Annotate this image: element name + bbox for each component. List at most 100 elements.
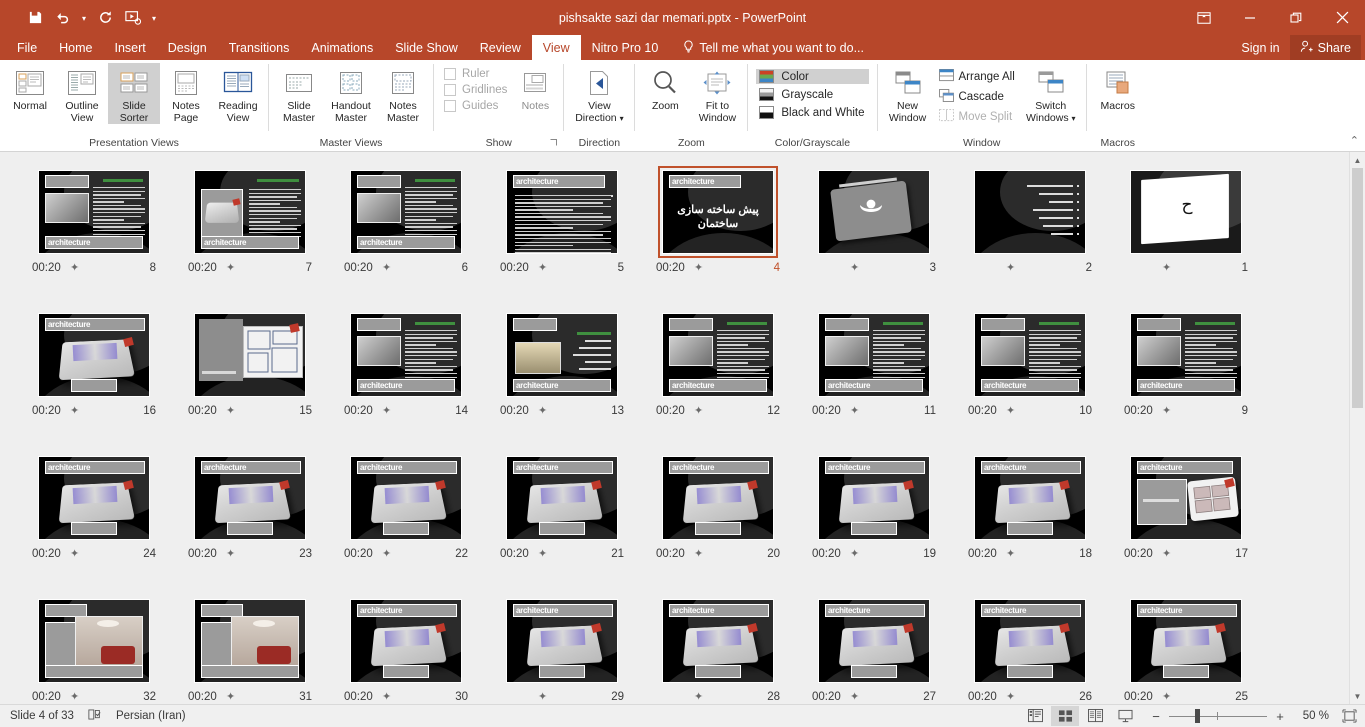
transition-star-icon[interactable]: ✦ [694,404,703,417]
slide-thumbnail-frame[interactable]: ح [1126,166,1246,258]
slide-thumbnail-frame[interactable]: architecture [658,595,778,687]
show-dialog-launcher-icon[interactable] [550,139,560,149]
transition-star-icon[interactable]: ✦ [226,547,235,560]
slide-sorter-button[interactable]: Slide Sorter [108,63,160,124]
undo-chevron-down-icon[interactable]: ▾ [78,6,90,30]
tab-home[interactable]: Home [48,35,103,60]
slide-counter[interactable]: Slide 4 of 33 [10,710,74,722]
tab-insert[interactable]: Insert [104,35,157,60]
transition-star-icon[interactable]: ✦ [850,547,859,560]
slide-thumbnail-frame[interactable]: architecture [190,166,310,258]
transition-star-icon[interactable]: ✦ [382,690,391,703]
switch-windows-button[interactable]: Switch Windows ▾ [1020,63,1082,125]
transition-star-icon[interactable]: ✦ [226,404,235,417]
grayscale-option[interactable]: Grayscale [756,87,868,102]
chevron-down-icon[interactable]: ▾ [620,114,624,123]
slide-thumbnail-frame[interactable] [190,309,310,401]
scrollbar-thumb[interactable] [1352,168,1363,408]
transition-star-icon[interactable]: ✦ [1162,690,1171,703]
chevron-down-icon[interactable]: ▾ [1072,114,1076,123]
vertical-scrollbar[interactable]: ▲ ▼ [1349,152,1365,704]
black-and-white-option[interactable]: Black and White [756,105,868,120]
transition-star-icon[interactable]: ✦ [1162,261,1171,274]
transition-star-icon[interactable]: ✦ [850,690,859,703]
slide-thumbnail-frame[interactable]: architecture [1126,595,1246,687]
slide-thumbnail-31[interactable]: 00:20 ✦ 31 [172,593,328,704]
slide-thumbnail-6[interactable]: architecture 00:20 ✦ 6 [328,164,484,307]
transition-star-icon[interactable]: ✦ [1006,547,1015,560]
slide-thumbnail-14[interactable]: architecture 00:20 ✦ 14 [328,307,484,450]
zoom-slider-handle[interactable] [1195,709,1200,723]
slide-thumbnail-frame[interactable]: architecture [970,452,1090,544]
transition-star-icon[interactable]: ✦ [70,261,79,274]
slide-sorter-pane[interactable]: architecture 00:20 ✦ 8 architecture 00:20 ✦ 7 ar… [16,152,1349,704]
zoom-out-button[interactable]: − [1149,709,1163,724]
slide-thumbnail-28[interactable]: architecture ✦ 28 [640,593,796,704]
tab-slide-show[interactable]: Slide Show [384,35,469,60]
reading-view-status-button[interactable] [1081,706,1109,726]
macros-button[interactable]: Macros [1091,63,1145,112]
ruler-checkbox[interactable]: Ruler [444,68,507,80]
slide-thumbnail-frame[interactable]: architecture [658,452,778,544]
normal-view-status-button[interactable] [1021,706,1049,726]
tab-transitions[interactable]: Transitions [218,35,301,60]
slide-thumbnail-frame[interactable] [190,595,310,687]
color-option[interactable]: Color [756,69,869,84]
slide-thumbnail-12[interactable]: architecture 00:20 ✦ 12 [640,307,796,450]
scroll-up-arrow-icon[interactable]: ▲ [1350,152,1365,168]
transition-star-icon[interactable]: ✦ [694,547,703,560]
transition-star-icon[interactable]: ✦ [538,690,547,703]
share-button[interactable]: Share [1289,35,1361,60]
guides-checkbox[interactable]: Guides [444,100,507,112]
slide-thumbnail-frame[interactable]: architecture [502,595,622,687]
tab-review[interactable]: Review [469,35,532,60]
transition-star-icon[interactable]: ✦ [70,404,79,417]
slide-thumbnail-2[interactable]: ✦ 2 [952,164,1108,307]
undo-icon[interactable] [50,6,76,30]
move-split-button[interactable]: Move Split [936,108,1018,126]
slide-thumbnail-9[interactable]: architecture 00:20 ✦ 9 [1108,307,1264,450]
slide-thumbnail-frame[interactable]: architecture [346,452,466,544]
restore-icon[interactable] [1273,0,1319,35]
arrange-all-button[interactable]: Arrange All [936,68,1018,86]
tab-file[interactable]: File [6,35,48,60]
slide-thumbnail-7[interactable]: architecture 00:20 ✦ 7 [172,164,328,307]
slide-thumbnail-32[interactable]: 00:20 ✦ 32 [16,593,172,704]
notes-button[interactable]: Notes [511,63,559,112]
transition-star-icon[interactable]: ✦ [1006,404,1015,417]
slide-thumbnail-frame[interactable]: architecture [1126,452,1246,544]
slide-thumbnail-frame[interactable]: architecture [502,452,622,544]
slideshow-icon[interactable] [120,6,146,30]
transition-star-icon[interactable]: ✦ [850,261,859,274]
slide-thumbnail-3[interactable]: ✦ 3 [796,164,952,307]
transition-star-icon[interactable]: ✦ [70,547,79,560]
slide-thumbnail-26[interactable]: architecture 00:20 ✦ 26 [952,593,1108,704]
tab-view[interactable]: View [531,35,581,60]
transition-star-icon[interactable]: ✦ [1162,547,1171,560]
reading-view-button[interactable]: Reading View [212,63,264,124]
slide-thumbnail-frame[interactable]: architecture [814,452,934,544]
transition-star-icon[interactable]: ✦ [382,404,391,417]
slide-thumbnail-frame[interactable]: architecture [970,595,1090,687]
slide-thumbnail-frame[interactable]: architecture [34,309,154,401]
slide-thumbnail-18[interactable]: architecture 00:20 ✦ 18 [952,450,1108,593]
slide-thumbnail-27[interactable]: architecture 00:20 ✦ 27 [796,593,952,704]
tab-design[interactable]: Design [157,35,218,60]
slide-thumbnail-frame[interactable]: architecture [502,166,622,258]
transition-star-icon[interactable]: ✦ [538,547,547,560]
fit-slide-to-window-button[interactable] [1339,707,1359,725]
slide-thumbnail-frame[interactable]: architecture [190,452,310,544]
language-indicator[interactable]: Persian (Iran) [116,710,186,722]
slide-thumbnail-17[interactable]: architecture 00:20 ✦ 17 [1108,450,1264,593]
zoom-in-button[interactable]: + [1273,709,1287,724]
transition-star-icon[interactable]: ✦ [382,261,391,274]
slide-sorter-status-button[interactable] [1051,706,1079,726]
slide-thumbnail-frame[interactable]: architecture [34,166,154,258]
slide-thumbnail-10[interactable]: architecture 00:20 ✦ 10 [952,307,1108,450]
handout-master-button[interactable]: Handout Master [325,63,377,124]
repeat-icon[interactable] [92,6,118,30]
slide-master-button[interactable]: Slide Master [273,63,325,124]
slide-thumbnail-16[interactable]: architecture 00:20 ✦ 16 [16,307,172,450]
transition-star-icon[interactable]: ✦ [226,261,235,274]
notes-master-button[interactable]: Notes Master [377,63,429,124]
